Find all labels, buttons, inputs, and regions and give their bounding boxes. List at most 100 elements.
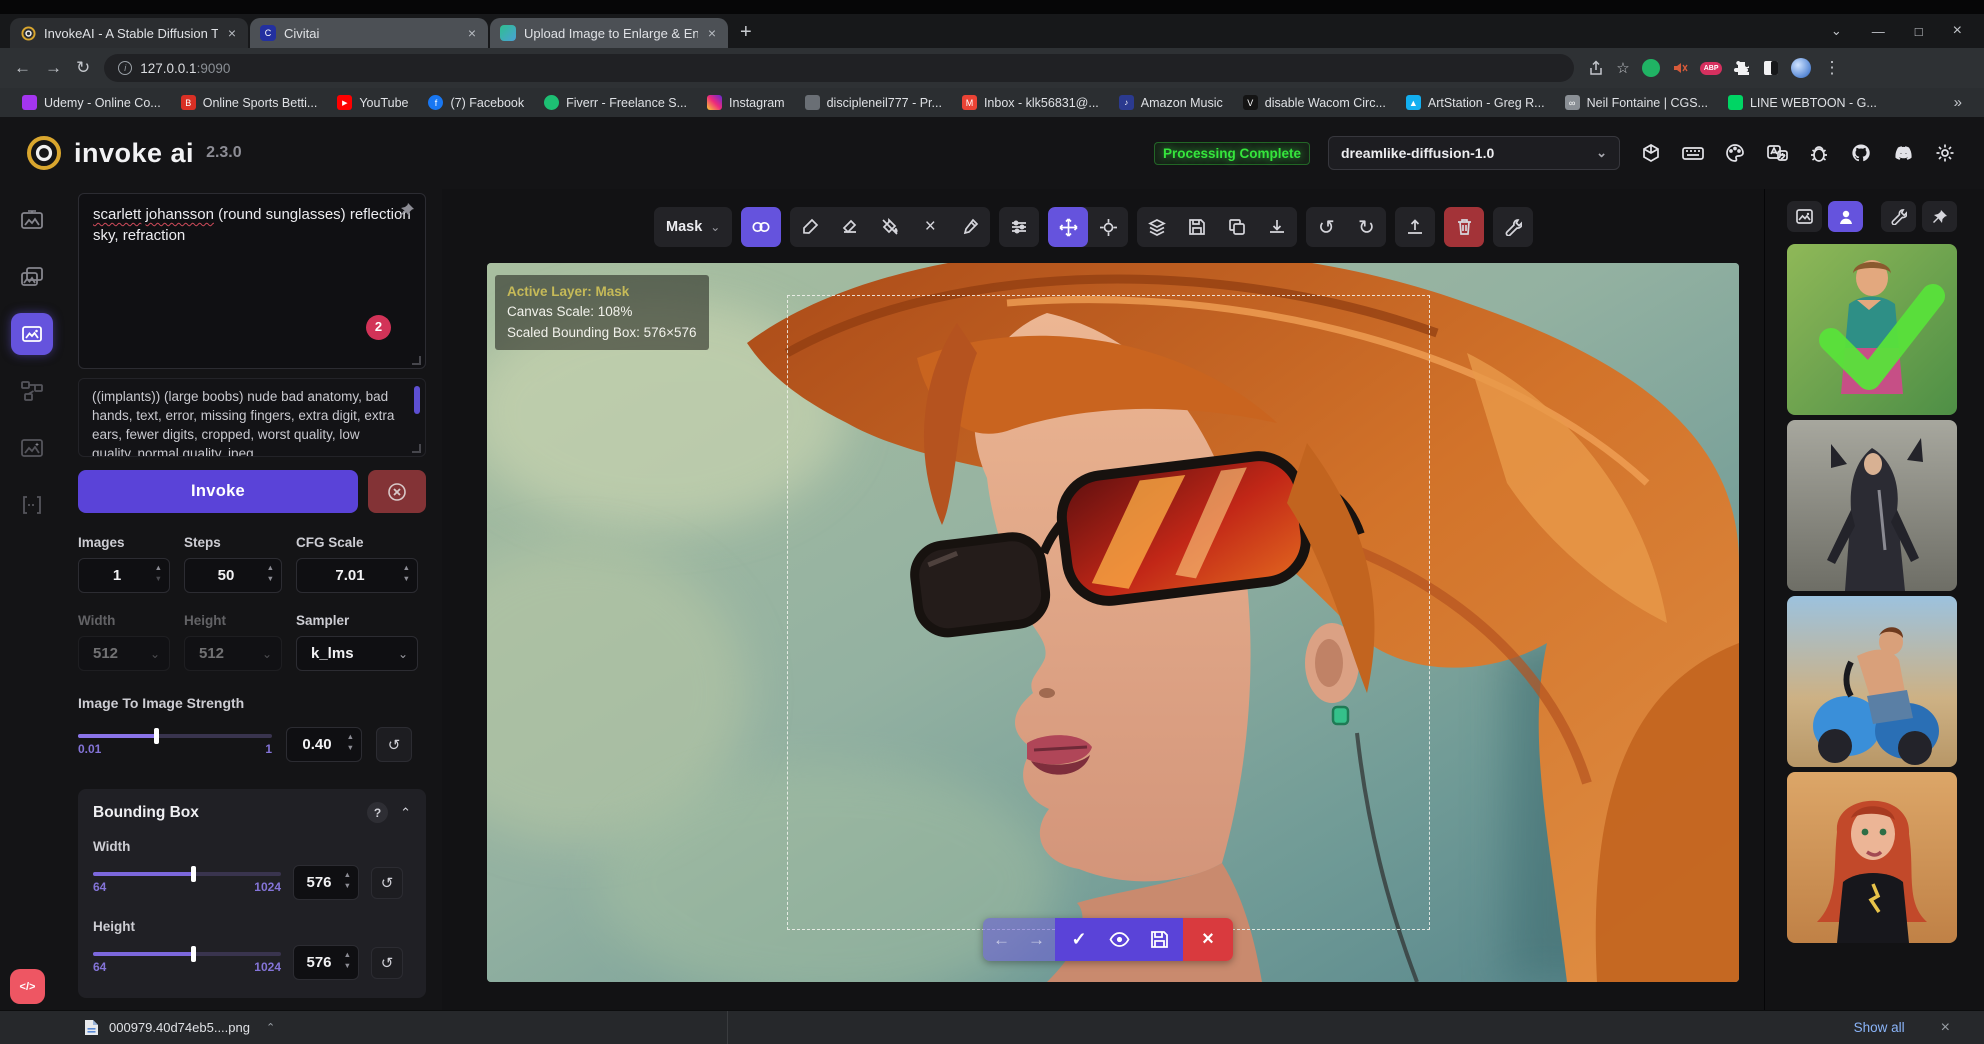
resize-handle[interactable] [412, 356, 421, 365]
bounding-box-overlay[interactable] [787, 295, 1430, 930]
brush-options-button[interactable] [999, 207, 1039, 247]
profile-avatar[interactable] [1791, 58, 1811, 78]
canvas-image[interactable]: Active Layer: Mask Canvas Scale: 108% Sc… [487, 263, 1739, 982]
scrollbar-thumb[interactable] [414, 386, 420, 414]
bookmark-item[interactable]: Fiverr - Freelance S... [536, 92, 695, 113]
tab-unified-canvas[interactable] [11, 313, 53, 355]
collapse-chevron-icon[interactable]: ⌃ [400, 805, 411, 821]
stepper-icons[interactable]: ▲▼ [267, 563, 274, 584]
theme-button[interactable] [1722, 140, 1748, 166]
color-picker-button[interactable] [950, 207, 990, 247]
darkreader-extension-icon[interactable] [1763, 60, 1779, 76]
hotkeys-button[interactable] [1680, 140, 1706, 166]
mute-extension-icon[interactable] [1672, 60, 1688, 76]
share-icon[interactable] [1588, 60, 1604, 76]
bookmark-item[interactable]: ▲ArtStation - Greg R... [1398, 92, 1553, 113]
accept-check-button[interactable]: ✓ [1061, 918, 1097, 961]
negative-prompt-input[interactable]: ((implants)) (large boobs) nude bad anat… [78, 378, 426, 457]
brush-tool-button[interactable] [790, 207, 830, 247]
reset-view-button[interactable] [1088, 207, 1128, 247]
github-button[interactable] [1848, 140, 1874, 166]
redo-button[interactable]: ↻ [1346, 207, 1386, 247]
discard-button[interactable]: × [1183, 918, 1233, 961]
tab-close-icon[interactable]: × [706, 25, 718, 41]
reload-button[interactable]: ↻ [76, 58, 90, 78]
bookmark-item[interactable]: f(7) Facebook [420, 92, 532, 113]
minimize-button[interactable]: — [1872, 24, 1885, 39]
tab-nodes[interactable] [11, 370, 53, 412]
gallery-settings-button[interactable] [1881, 201, 1916, 232]
cfg-scale-input[interactable]: 7.01 ▲▼ [296, 558, 418, 593]
tab-close-icon[interactable]: × [226, 25, 238, 41]
site-info-icon[interactable]: i [118, 61, 132, 75]
tab-civitai[interactable]: C Civitai × [250, 18, 488, 48]
stepper-icons[interactable]: ▲▼ [344, 950, 351, 971]
strength-slider[interactable] [78, 734, 272, 738]
tab-invokeai[interactable]: InvokeAI - A Stable Diffusion Too × [10, 18, 248, 48]
previous-image-button[interactable]: ← [993, 930, 1010, 950]
height-select[interactable]: 512 ⌄ [184, 636, 282, 671]
settings-gear-button[interactable] [1932, 140, 1958, 166]
close-button[interactable]: × [1953, 22, 1962, 40]
bookmark-item[interactable]: Udemy - Online Co... [14, 92, 169, 113]
sampler-select[interactable]: k_lms ⌄ [296, 636, 418, 671]
show-all-downloads-link[interactable]: Show all [1854, 1020, 1905, 1035]
strength-input[interactable]: 0.40 ▲▼ [286, 727, 362, 762]
more-bookmarks-chevron[interactable]: » [1954, 94, 1970, 111]
adblock-extension-icon[interactable]: ABP [1700, 62, 1723, 75]
extensions-puzzle-icon[interactable] [1734, 60, 1751, 77]
url-bar[interactable]: i 127.0.0.1:9090 [104, 54, 1574, 82]
toggle-mask-button[interactable] [741, 207, 781, 247]
new-tab-button[interactable]: + [740, 21, 752, 44]
gallery-user-button[interactable] [1828, 201, 1863, 232]
merge-visible-button[interactable] [1137, 207, 1177, 247]
bookmark-item[interactable]: MInbox - klk56831@... [954, 92, 1107, 113]
move-tool-button[interactable] [1048, 207, 1088, 247]
canvas-settings-button[interactable] [1493, 207, 1533, 247]
save-staging-button[interactable] [1141, 918, 1177, 961]
cancel-button[interactable] [368, 470, 426, 513]
invoke-button[interactable]: Invoke [78, 470, 358, 513]
prompt-input[interactable]: scarlett johansson (round sunglasses) re… [78, 193, 426, 369]
bookmark-item[interactable]: ▶YouTube [329, 92, 416, 113]
gallery-thumbnail[interactable] [1787, 772, 1957, 943]
strength-reset-button[interactable]: ↺ [376, 727, 412, 762]
bbox-height-slider[interactable] [93, 952, 281, 956]
bbox-height-reset-button[interactable]: ↺ [371, 947, 403, 979]
stepper-icons[interactable]: ▲▼ [347, 732, 354, 753]
restore-button[interactable]: □ [1915, 24, 1923, 39]
save-to-gallery-button[interactable] [1177, 207, 1217, 247]
bookmark-item[interactable]: Instagram [699, 92, 793, 113]
bookmark-item[interactable]: ♪Amazon Music [1111, 92, 1231, 113]
browser-menu-icon[interactable]: ⋮ [1823, 58, 1840, 78]
pin-icon[interactable] [399, 202, 415, 224]
tab-post-processing[interactable] [11, 427, 53, 469]
tab-close-icon[interactable]: × [466, 25, 478, 41]
report-bug-button[interactable] [1806, 140, 1832, 166]
download-chevron-icon[interactable]: ⌃ [266, 1021, 275, 1034]
gallery-pin-button[interactable] [1922, 201, 1957, 232]
stepper-icons[interactable]: ▲▼ [155, 563, 162, 584]
stepper-icons[interactable]: ▲▼ [403, 563, 410, 584]
next-image-button[interactable]: → [1028, 930, 1045, 950]
tab-text-to-image[interactable] [11, 199, 53, 241]
grammarly-extension-icon[interactable] [1642, 59, 1660, 77]
gallery-thumbnail[interactable] [1787, 420, 1957, 591]
clear-canvas-button[interactable] [1444, 207, 1484, 247]
tab-training[interactable] [11, 484, 53, 526]
download-item[interactable]: 000979.40d74eb5....png ⌃ [72, 1015, 287, 1040]
gallery-thumbnail-selected[interactable] [1787, 244, 1957, 415]
show-hide-eye-button[interactable] [1101, 918, 1137, 961]
bookmark-item[interactable]: Vdisable Wacom Circ... [1235, 92, 1394, 113]
stepper-icons[interactable]: ▲▼ [344, 870, 351, 891]
discord-button[interactable] [1890, 140, 1916, 166]
bookmark-star-icon[interactable]: ☆ [1616, 59, 1629, 77]
bookmark-item[interactable]: discipleneil777 - Pr... [797, 92, 950, 113]
layer-select[interactable]: Mask ⌄ [654, 207, 732, 247]
help-icon[interactable]: ? [367, 802, 388, 823]
close-download-bar-icon[interactable]: × [1941, 1019, 1950, 1037]
fill-bounding-box-button[interactable] [870, 207, 910, 247]
gallery-images-button[interactable] [1787, 201, 1822, 232]
window-menu-icon[interactable]: ⌄ [1831, 23, 1842, 39]
bookmark-item[interactable]: ∞Neil Fontaine | CGS... [1557, 92, 1716, 113]
